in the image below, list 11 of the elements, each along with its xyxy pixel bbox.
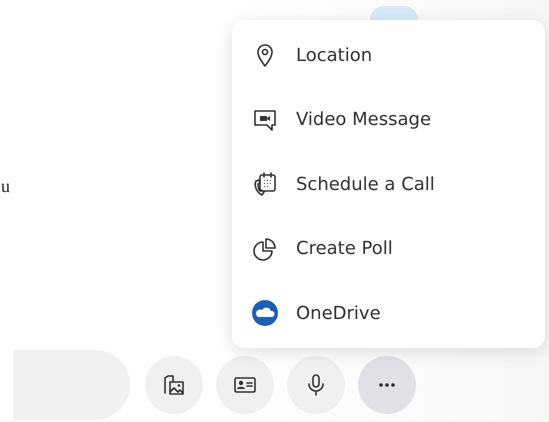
phone-calendar-icon xyxy=(252,171,278,197)
message-text: u xyxy=(1,176,10,197)
menu-item[interactable]: OneDrive xyxy=(232,293,545,333)
pie-chart-icon xyxy=(252,236,278,262)
menu-item[interactable]: Video Message xyxy=(232,100,545,140)
menu-item[interactable]: Create Poll xyxy=(232,228,545,268)
menu-item[interactable]: Schedule a Call xyxy=(232,164,545,204)
more-icon xyxy=(379,383,395,387)
cloud-logo-icon xyxy=(252,300,278,326)
menu-item[interactable]: Location xyxy=(232,35,545,75)
file-image-icon xyxy=(162,373,186,397)
